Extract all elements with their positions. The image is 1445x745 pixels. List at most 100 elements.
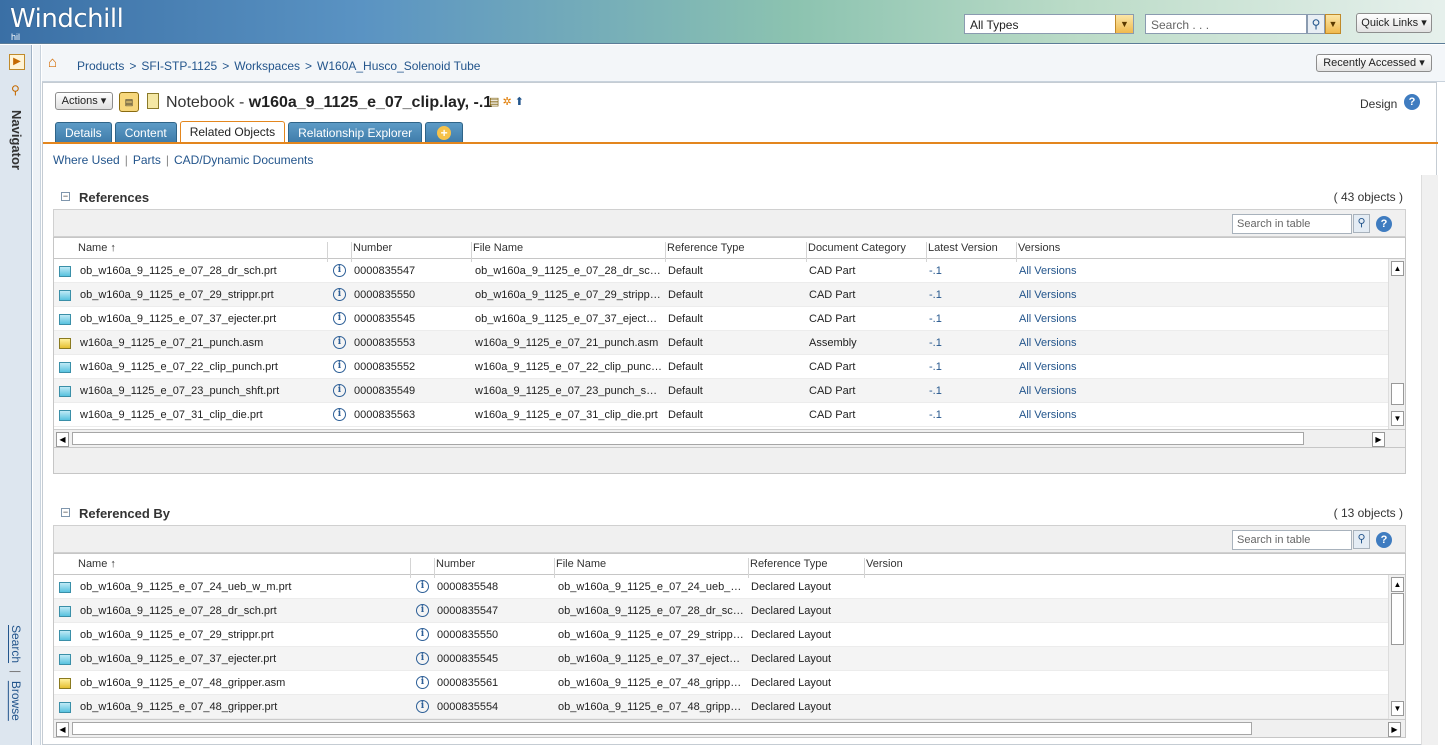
- column-header-latest-version[interactable]: Latest Version: [928, 242, 998, 254]
- table-row[interactable]: w160a_9_1125_e_07_23_punch_shft.prt i 0000…: [54, 379, 1389, 403]
- column-header-file-name[interactable]: File Name: [473, 242, 523, 254]
- name-cell[interactable]: ob_w160a_9_1125_e_07_24_ueb_w_m.prt: [80, 581, 408, 593]
- references-vertical-scrollbar[interactable]: ▲ ▼: [1388, 259, 1405, 429]
- table-row[interactable]: ob_w160a_9_1125_e_07_29_strippr.prt i 0000…: [54, 623, 1389, 647]
- name-cell[interactable]: w160a_9_1125_e_07_31_clip_die.prt: [80, 409, 325, 421]
- info-icon[interactable]: i: [416, 628, 429, 641]
- table-row[interactable]: ob_w160a_9_1125_e_07_37_ejecter.prt i 0000…: [54, 307, 1389, 331]
- latest-version-link[interactable]: -.1: [929, 361, 1009, 373]
- column-header-reference-type[interactable]: Reference Type: [667, 242, 744, 254]
- subtab-where-used[interactable]: Where Used: [53, 153, 120, 167]
- name-cell[interactable]: ob_w160a_9_1125_e_07_28_dr_sch.prt: [80, 265, 325, 277]
- search-icon[interactable]: ⚲: [1307, 14, 1325, 34]
- column-header-version[interactable]: Version: [866, 558, 903, 570]
- latest-version-link[interactable]: -.1: [929, 385, 1009, 397]
- table-help-icon[interactable]: ?: [1376, 532, 1392, 548]
- tab-relationship-explorer[interactable]: Relationship Explorer: [288, 122, 423, 144]
- tab-details[interactable]: Details: [55, 122, 112, 144]
- name-cell[interactable]: w160a_9_1125_e_07_22_clip_punch.prt: [80, 361, 325, 373]
- subtab-cad-documents[interactable]: CAD/Dynamic Documents: [174, 153, 313, 167]
- windchill-logo[interactable]: Windchill: [10, 4, 124, 34]
- column-header-number[interactable]: Number: [353, 242, 392, 254]
- type-select[interactable]: All Types ▼: [964, 14, 1134, 34]
- info-icon[interactable]: i: [333, 384, 346, 397]
- chevron-down-icon[interactable]: ▼: [1115, 15, 1133, 33]
- panel-divider[interactable]: [33, 45, 41, 745]
- table-row[interactable]: ob_w160a_9_1125_e_07_24_ueb_w_m.prt i 0000…: [54, 575, 1389, 599]
- column-header-name[interactable]: Name ↑: [78, 558, 116, 570]
- navigator-label[interactable]: Navigator: [9, 110, 24, 170]
- all-versions-link[interactable]: All Versions: [1019, 385, 1139, 397]
- referenced-by-vertical-scrollbar[interactable]: ▲ ▼: [1388, 575, 1405, 719]
- breadcrumb-item[interactable]: Products: [77, 59, 124, 73]
- name-cell[interactable]: ob_w160a_9_1125_e_07_37_ejecter.prt: [80, 653, 408, 665]
- scroll-down-icon[interactable]: ▼: [1391, 411, 1404, 426]
- scroll-up-icon[interactable]: ▲: [1391, 577, 1404, 592]
- all-versions-link[interactable]: All Versions: [1019, 361, 1139, 373]
- table-help-icon[interactable]: ?: [1376, 216, 1392, 232]
- scroll-left-icon[interactable]: ◀: [56, 722, 69, 737]
- table-row[interactable]: ob_w160a_9_1125_e_07_28_dr_sch.prt i 00008…: [54, 259, 1389, 283]
- table-row[interactable]: ob_w160a_9_1125_e_07_48_gripper.prt i 0000…: [54, 695, 1389, 719]
- all-versions-link[interactable]: All Versions: [1019, 409, 1139, 421]
- name-cell[interactable]: ob_w160a_9_1125_e_07_48_gripper.prt: [80, 701, 408, 713]
- info-icon[interactable]: i: [416, 652, 429, 665]
- all-versions-link[interactable]: All Versions: [1019, 265, 1139, 277]
- collapse-icon[interactable]: −: [61, 508, 70, 517]
- column-header-document-category[interactable]: Document Category: [808, 242, 906, 254]
- table-row[interactable]: ob_w160a_9_1125_e_07_37_ejecter.prt i 0000…: [54, 647, 1389, 671]
- name-cell[interactable]: w160a_9_1125_e_07_23_punch_shft.prt: [80, 385, 325, 397]
- breadcrumb-item[interactable]: SFI-STP-1125: [141, 59, 217, 73]
- tab-content[interactable]: Content: [114, 122, 177, 144]
- add-tab-button[interactable]: +: [425, 122, 464, 144]
- latest-version-link[interactable]: -.1: [929, 265, 1009, 277]
- all-versions-link[interactable]: All Versions: [1019, 337, 1139, 349]
- name-cell[interactable]: ob_w160a_9_1125_e_07_29_strippr.prt: [80, 289, 325, 301]
- name-cell[interactable]: ob_w160a_9_1125_e_07_37_ejecter.prt: [80, 313, 325, 325]
- info-icon[interactable]: i: [416, 604, 429, 617]
- info-icon[interactable]: i: [416, 676, 429, 689]
- actions-button[interactable]: Actions ▾: [55, 92, 113, 110]
- info-icon[interactable]: i: [333, 312, 346, 325]
- navigator-browse-link[interactable]: Browse: [9, 681, 23, 721]
- latest-version-link[interactable]: -.1: [929, 409, 1009, 421]
- column-header-versions[interactable]: Versions: [1018, 242, 1060, 254]
- scroll-thumb[interactable]: [72, 722, 1252, 735]
- global-search-input[interactable]: Search . . .: [1145, 14, 1307, 34]
- scroll-thumb[interactable]: [1391, 383, 1404, 405]
- references-table-search-input[interactable]: Search in table: [1232, 214, 1352, 234]
- scroll-left-icon[interactable]: ◀: [56, 432, 69, 447]
- page-vertical-scrollbar[interactable]: [1421, 175, 1438, 745]
- all-versions-link[interactable]: All Versions: [1019, 313, 1139, 325]
- table-row[interactable]: ob_w160a_9_1125_e_07_48_gripper.asm i 0000…: [54, 671, 1389, 695]
- column-header-file-name[interactable]: File Name: [556, 558, 606, 570]
- scroll-right-icon[interactable]: ▶: [1372, 432, 1385, 447]
- collapse-icon[interactable]: −: [61, 192, 70, 201]
- tab-related-objects[interactable]: Related Objects: [179, 121, 286, 144]
- all-versions-link[interactable]: All Versions: [1019, 289, 1139, 301]
- table-row[interactable]: w160a_9_1125_e_07_31_clip_die.prt i 000083…: [54, 403, 1389, 427]
- scroll-thumb[interactable]: [1391, 593, 1404, 645]
- info-icon[interactable]: i: [333, 360, 346, 373]
- info-icon[interactable]: i: [333, 264, 346, 277]
- table-row[interactable]: ob_w160a_9_1125_e_07_29_strippr.prt i 0000…: [54, 283, 1389, 307]
- latest-version-link[interactable]: -.1: [929, 313, 1009, 325]
- help-icon[interactable]: ?: [1404, 94, 1420, 110]
- scroll-thumb[interactable]: [72, 432, 1304, 445]
- name-cell[interactable]: ob_w160a_9_1125_e_07_48_gripper.asm: [80, 677, 408, 689]
- name-cell[interactable]: w160a_9_1125_e_07_21_punch.asm: [80, 337, 325, 349]
- quick-links-button[interactable]: Quick Links ▾: [1356, 13, 1432, 33]
- info-icon[interactable]: i: [416, 700, 429, 713]
- table-row[interactable]: w160a_9_1125_e_07_21_punch.asm i 000083555…: [54, 331, 1389, 355]
- table-search-icon[interactable]: ⚲: [1353, 214, 1370, 233]
- info-icon[interactable]: i: [416, 580, 429, 593]
- column-header-reference-type[interactable]: Reference Type: [750, 558, 827, 570]
- navigator-search-link[interactable]: Search: [9, 625, 23, 663]
- latest-version-link[interactable]: -.1: [929, 337, 1009, 349]
- home-icon[interactable]: ⌂: [48, 54, 57, 71]
- scroll-up-icon[interactable]: ▲: [1391, 261, 1404, 276]
- referenced-by-table-search-input[interactable]: Search in table: [1232, 530, 1352, 550]
- referenced-by-horizontal-scrollbar[interactable]: ◀ ▶: [54, 719, 1405, 737]
- latest-version-link[interactable]: -.1: [929, 289, 1009, 301]
- name-cell[interactable]: ob_w160a_9_1125_e_07_28_dr_sch.prt: [80, 605, 408, 617]
